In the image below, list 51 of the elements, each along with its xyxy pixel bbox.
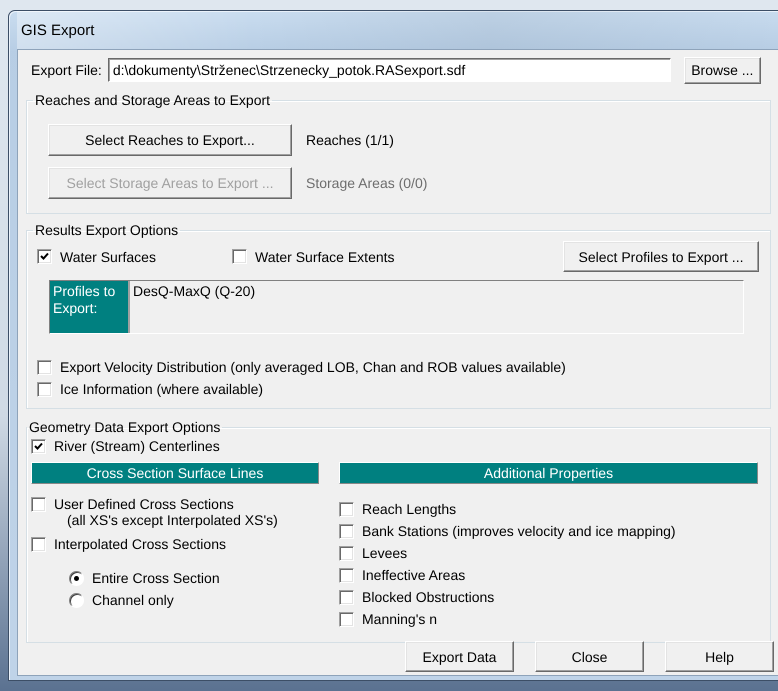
status-text: Reaches (1/1) — [306, 132, 394, 148]
window-title: GIS Export — [21, 22, 94, 38]
option-label: Ice Information (where available) — [60, 381, 264, 397]
checkbox[interactable] — [339, 612, 354, 626]
checkbox[interactable] — [31, 536, 46, 552]
checkbox[interactable] — [37, 249, 52, 264]
option-label: Channel only — [92, 592, 174, 608]
profiles-label: Profiles to Export: — [50, 281, 130, 333]
radio-button[interactable] — [69, 592, 84, 608]
profile-item[interactable]: DesQ-MaxQ (Q-20) — [133, 283, 256, 299]
option-label: Ineffective Areas — [362, 567, 466, 583]
checkbox[interactable] — [31, 496, 46, 512]
checkbox[interactable] — [339, 568, 354, 582]
dialog-button[interactable]: Close — [535, 641, 644, 672]
checkbox[interactable] — [232, 249, 247, 264]
section-header: Additional Properties — [339, 462, 758, 484]
check-icon — [40, 252, 49, 261]
checkbox[interactable] — [37, 360, 52, 374]
option-note: (all XS's except Interpolated XS's) — [67, 512, 279, 530]
checkbox[interactable] — [339, 524, 354, 538]
group-title: Results Export Options — [34, 222, 180, 238]
field-label: Export File: — [31, 62, 102, 78]
option-label: Export Velocity Distribution (only averaged LOB, Chan and ROB values available) — [60, 359, 566, 375]
check-icon — [34, 442, 43, 450]
checkbox[interactable] — [339, 590, 354, 604]
status-text: Storage Areas (0/0) — [306, 175, 428, 191]
group-title: Geometry Data Export Options — [28, 419, 222, 435]
dialog-button[interactable]: Export Data — [405, 641, 514, 672]
option-label: Manning's n — [362, 611, 438, 627]
option-label: Bank Stations (improves velocity and ice mapping) — [362, 523, 676, 539]
radio-button[interactable] — [69, 570, 84, 586]
option-label: Reach Lengths — [362, 501, 456, 517]
checkbox[interactable] — [339, 502, 354, 516]
browse-button[interactable]: Browse ... — [684, 56, 761, 84]
checkbox[interactable] — [339, 546, 354, 560]
checkbox[interactable] — [31, 438, 46, 454]
option-label: Water Surfaces — [60, 248, 156, 264]
checkbox[interactable] — [37, 382, 52, 396]
option-label: Levees — [362, 545, 408, 561]
group-title: Reaches and Storage Areas to Export — [34, 92, 272, 108]
section-header: Cross Section Surface Lines — [31, 462, 319, 484]
export-file-field[interactable]: d:\dokumenty\Strženec\Strzenecky_potok.RASexport.sdf — [108, 58, 671, 82]
option-label: Water Surface Extents — [255, 248, 395, 264]
option-label: Blocked Obstructions — [362, 589, 494, 605]
option-label: River (Stream) Centerlines — [54, 438, 220, 454]
option-label: User Defined Cross Sections — [54, 496, 234, 512]
option-label: Interpolated Cross Sections — [54, 536, 226, 552]
select-profiles-button[interactable]: Select Profiles to Export ... — [563, 241, 759, 272]
option-label: Entire Cross Section — [92, 570, 220, 586]
select-button[interactable]: Select Reaches to Export... — [48, 124, 292, 156]
dialog-button[interactable]: Help — [665, 641, 774, 672]
